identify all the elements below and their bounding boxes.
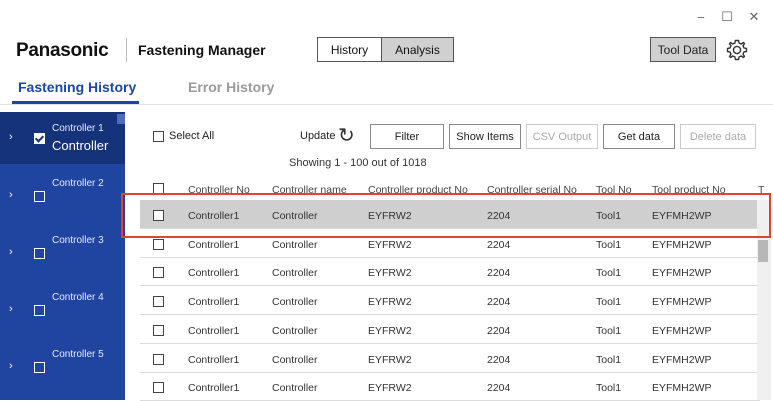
table-cell: Controller <box>272 267 318 280</box>
sidebar-item-controller-4[interactable]: › Controller 4 <box>0 284 125 336</box>
table-row[interactable]: Controller1 Controller EYFRW2 2204 Tool1 EYFM… <box>140 286 766 316</box>
table-cell: EYFMH2WP <box>652 324 712 337</box>
get-data-button[interactable]: Get data <box>603 124 675 149</box>
table-cell: 2204 <box>487 353 511 366</box>
table-cell: Tool1 <box>596 296 622 309</box>
table-cell: EYFRW2 <box>368 324 412 337</box>
table-cell: Tool1 <box>596 382 622 395</box>
table-cell: Controller1 <box>188 238 240 251</box>
sidebar-item-controller-2[interactable]: › Controller 2 <box>0 170 125 222</box>
sidebar-item-controller-5[interactable]: › Controller 5 <box>0 341 125 393</box>
row-checkbox[interactable] <box>153 267 164 279</box>
table-cell: Controller1 <box>188 267 240 280</box>
table-cell: EYFRW2 <box>368 353 412 366</box>
table-cell: Tool1 <box>596 267 622 280</box>
table-cell: EYFRW2 <box>368 382 412 395</box>
sidebar-scroll-up[interactable] <box>117 114 125 124</box>
delete-data-button[interactable]: Delete data <box>680 124 756 149</box>
row-checkbox[interactable] <box>153 296 164 308</box>
table-cell: 2204 <box>487 296 511 309</box>
table-cell: EYFRW2 <box>368 238 412 251</box>
controller-sublabel: Controller <box>52 138 109 153</box>
chevron-right-icon[interactable]: › <box>9 246 13 258</box>
table-row[interactable]: Controller1 Controller EYFRW2 2204 Tool1 EYFM… <box>140 372 766 401</box>
controller-label: Controller 2 <box>52 178 104 189</box>
app-title: Fastening Manager <box>138 42 266 58</box>
row-checkbox[interactable] <box>153 324 164 336</box>
row-checkbox[interactable] <box>153 238 164 250</box>
table-cell: Controller <box>272 382 318 395</box>
selected-row-highlight <box>121 193 771 238</box>
chevron-right-icon[interactable]: › <box>9 131 13 143</box>
controller-2-checkbox[interactable] <box>34 191 45 202</box>
select-all-checkbox[interactable] <box>153 131 164 142</box>
table-cell: Tool1 <box>596 324 622 337</box>
record-count: Showing 1 - 100 out of 1018 <box>289 157 427 169</box>
close-button[interactable]: ✕ <box>739 4 769 30</box>
table-cell: Controller1 <box>188 296 240 309</box>
show-items-button[interactable]: Show Items <box>449 124 521 149</box>
table-cell: 2204 <box>487 238 511 251</box>
table-cell: Controller1 <box>188 324 240 337</box>
sidebar-item-controller-3[interactable]: › Controller 3 <box>0 227 125 279</box>
filter-button[interactable]: Filter <box>370 124 444 149</box>
table-cell: 2204 <box>487 382 511 395</box>
gear-icon[interactable] <box>725 38 749 62</box>
tool-data-button[interactable]: Tool Data <box>650 37 716 62</box>
update-button[interactable]: Update <box>300 130 335 142</box>
subtabs-divider <box>0 104 773 105</box>
sidebar-item-controller-1[interactable]: › Controller 1 Controller <box>0 112 125 164</box>
table-cell: EYFMH2WP <box>652 238 712 251</box>
controller-5-checkbox[interactable] <box>34 362 45 373</box>
controller-sidebar: › Controller 1 Controller › Controller 2… <box>0 112 125 400</box>
table-scrollbar-thumb[interactable] <box>758 240 768 262</box>
chevron-right-icon[interactable]: › <box>9 360 13 372</box>
table-cell: EYFMH2WP <box>652 267 712 280</box>
chevron-right-icon[interactable]: › <box>9 303 13 315</box>
table-cell: Controller1 <box>188 382 240 395</box>
table-cell: EYFMH2WP <box>652 296 712 309</box>
table-cell: 2204 <box>487 324 511 337</box>
tab-analysis[interactable]: Analysis <box>382 37 454 62</box>
table-cell: EYFRW2 <box>368 267 412 280</box>
refresh-icon[interactable]: ↻ <box>338 126 355 146</box>
row-checkbox[interactable] <box>153 382 164 394</box>
table-cell: EYFRW2 <box>368 296 412 309</box>
table-cell: EYFMH2WP <box>652 353 712 366</box>
controller-1-checkbox[interactable] <box>34 133 45 144</box>
table-cell: Controller <box>272 238 318 251</box>
controller-label: Controller 5 <box>52 349 104 360</box>
controller-label: Controller 3 <box>52 235 104 246</box>
table-cell: Tool1 <box>596 238 622 251</box>
table-cell: Tool1 <box>596 353 622 366</box>
table-cell: Controller <box>272 324 318 337</box>
controller-label: Controller 4 <box>52 292 104 303</box>
csv-output-button[interactable]: CSV Output <box>526 124 598 149</box>
tab-error-history[interactable]: Error History <box>188 79 274 95</box>
table-cell: Controller <box>272 296 318 309</box>
header-divider <box>126 38 127 62</box>
tab-fastening-history[interactable]: Fastening History <box>18 79 136 95</box>
table-row[interactable]: Controller1 Controller EYFRW2 2204 Tool1 EYFM… <box>140 315 766 344</box>
controller-3-checkbox[interactable] <box>34 248 45 259</box>
table-cell: 2204 <box>487 267 511 280</box>
table-cell: Controller <box>272 353 318 366</box>
table-row[interactable]: Controller1 Controller EYFRW2 2204 Tool1 EYFM… <box>140 344 766 373</box>
select-all-label: Select All <box>169 130 215 142</box>
chevron-right-icon[interactable]: › <box>9 189 13 201</box>
table-row[interactable]: Controller1 Controller EYFRW2 2204 Tool1 EYFM… <box>140 257 766 287</box>
maximize-button[interactable]: ☐ <box>712 4 742 30</box>
controller-label: Controller 1 <box>52 123 104 134</box>
controller-4-checkbox[interactable] <box>34 305 45 316</box>
brand-logo: Panasonic <box>16 40 109 61</box>
tab-history[interactable]: History <box>317 37 382 62</box>
table-cell: EYFMH2WP <box>652 382 712 395</box>
table-cell: Controller1 <box>188 353 240 366</box>
row-checkbox[interactable] <box>153 353 164 365</box>
